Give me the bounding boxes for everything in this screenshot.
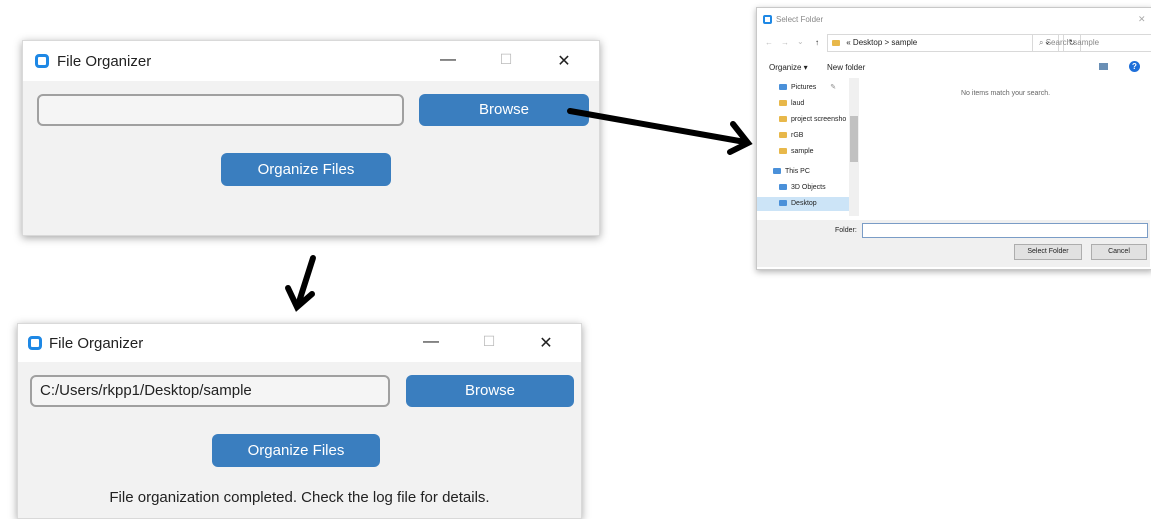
tree-item-rgb[interactable]: rGB: [779, 129, 803, 143]
browse-button[interactable]: Browse: [419, 94, 589, 126]
path-input[interactable]: C:/Users/rkpp1/Desktop/sample: [30, 375, 390, 407]
select-folder-button[interactable]: Select Folder: [1014, 244, 1082, 260]
dialog-close-button[interactable]: ✕: [1138, 14, 1146, 25]
tree-item-sample[interactable]: sample: [779, 145, 814, 159]
window-title: File Organizer: [57, 53, 152, 70]
pin-icon: ✎: [830, 84, 837, 91]
close-button[interactable]: ✕: [531, 333, 561, 353]
tree-item-label: Desktop: [791, 200, 817, 207]
tree-item-pictures[interactable]: Pictures ✎: [779, 81, 836, 95]
tree-item-project-screenshots[interactable]: project screensho: [779, 113, 846, 127]
tree-item-label: laud: [791, 100, 805, 107]
file-organizer-window-top: File Organizer — ☐ ✕ Browse Organize Fil…: [22, 40, 600, 236]
select-folder-dialog: Select Folder ✕ ← → ⌄ ↑ « Desktop > samp…: [756, 7, 1151, 270]
tree-item-label: This PC: [785, 168, 810, 175]
dialog-title: Select Folder: [776, 15, 824, 24]
tree-item-label: Pictures: [791, 84, 817, 91]
tree-item-label: sample: [791, 148, 814, 155]
app-icon: [28, 336, 42, 350]
folder-icon: [779, 132, 787, 139]
organize-menu[interactable]: Organize ▾: [769, 63, 808, 72]
tree-item-label: 3D Objects: [791, 184, 826, 191]
folder-icon: [779, 116, 787, 123]
breadcrumb-desktop[interactable]: Desktop: [853, 38, 882, 47]
cancel-button[interactable]: Cancel: [1091, 244, 1147, 260]
folder-icon: [779, 100, 787, 107]
browse-button[interactable]: Browse: [406, 375, 574, 407]
folder-label: Folder:: [835, 227, 857, 234]
minimize-button[interactable]: —: [416, 333, 446, 351]
view-options-icon[interactable]: [1099, 63, 1108, 70]
desktop-icon: [779, 200, 787, 207]
pc-icon: [773, 168, 781, 175]
maximize-button[interactable]: ☐: [474, 333, 504, 350]
path-input[interactable]: [37, 94, 404, 126]
scrollbar-thumb[interactable]: [850, 116, 858, 162]
tree-item-label: project screensho: [791, 116, 847, 123]
tree-scrollbar[interactable]: [849, 78, 859, 216]
tree-item-laud[interactable]: laud: [779, 97, 804, 111]
title-bar: File Organizer — ☐ ✕: [18, 324, 581, 362]
breadcrumb-sample[interactable]: sample: [891, 38, 917, 47]
address-bar[interactable]: « Desktop > sample ⌄: [827, 34, 1059, 52]
breadcrumb-root[interactable]: «: [846, 38, 850, 47]
organize-files-button[interactable]: Organize Files: [212, 434, 380, 467]
status-message: File organization completed. Check the l…: [109, 489, 490, 506]
search-placeholder: Search sample: [1045, 38, 1100, 47]
tree-item-3d-objects[interactable]: 3D Objects: [779, 181, 826, 195]
search-icon: ⌕: [1039, 38, 1046, 47]
tree-item-label: rGB: [791, 132, 804, 139]
folder-icon: [779, 148, 787, 155]
dialog-icon: [763, 15, 772, 24]
recent-locations-button[interactable]: ⌄: [797, 37, 804, 46]
title-bar: File Organizer — ☐ ✕: [23, 41, 599, 81]
folder-input[interactable]: [862, 223, 1148, 238]
arrow-down-icon: [285, 255, 316, 312]
search-box[interactable]: ⌕ Search sample: [1032, 34, 1151, 52]
window-title: File Organizer: [49, 335, 144, 352]
up-button[interactable]: ↑: [815, 38, 819, 47]
new-folder-button[interactable]: New folder: [827, 63, 865, 72]
breadcrumb-separator: >: [884, 38, 890, 47]
file-organizer-window-bottom: File Organizer — ☐ ✕ C:/Users/rkpp1/Desk…: [17, 323, 582, 519]
close-button[interactable]: ✕: [549, 51, 579, 71]
forward-button[interactable]: →: [781, 38, 789, 47]
empty-results-message: No items match your search.: [961, 90, 1051, 97]
help-icon[interactable]: ?: [1129, 61, 1140, 72]
minimize-button[interactable]: —: [433, 51, 463, 69]
app-icon: [35, 54, 49, 68]
folder-icon: [832, 39, 840, 46]
tree-item-desktop[interactable]: Desktop: [757, 197, 849, 211]
maximize-button[interactable]: ☐: [491, 51, 521, 68]
tree-item-this-pc[interactable]: This PC: [773, 165, 810, 179]
dialog-footer: Folder: Select Folder Cancel: [757, 220, 1150, 267]
cube-icon: [779, 184, 787, 191]
navigation-pane: Pictures ✎ laud project screensho rGB sam…: [757, 78, 861, 218]
back-button[interactable]: ←: [765, 38, 773, 47]
pictures-icon: [779, 84, 787, 91]
organize-files-button[interactable]: Organize Files: [221, 153, 391, 186]
